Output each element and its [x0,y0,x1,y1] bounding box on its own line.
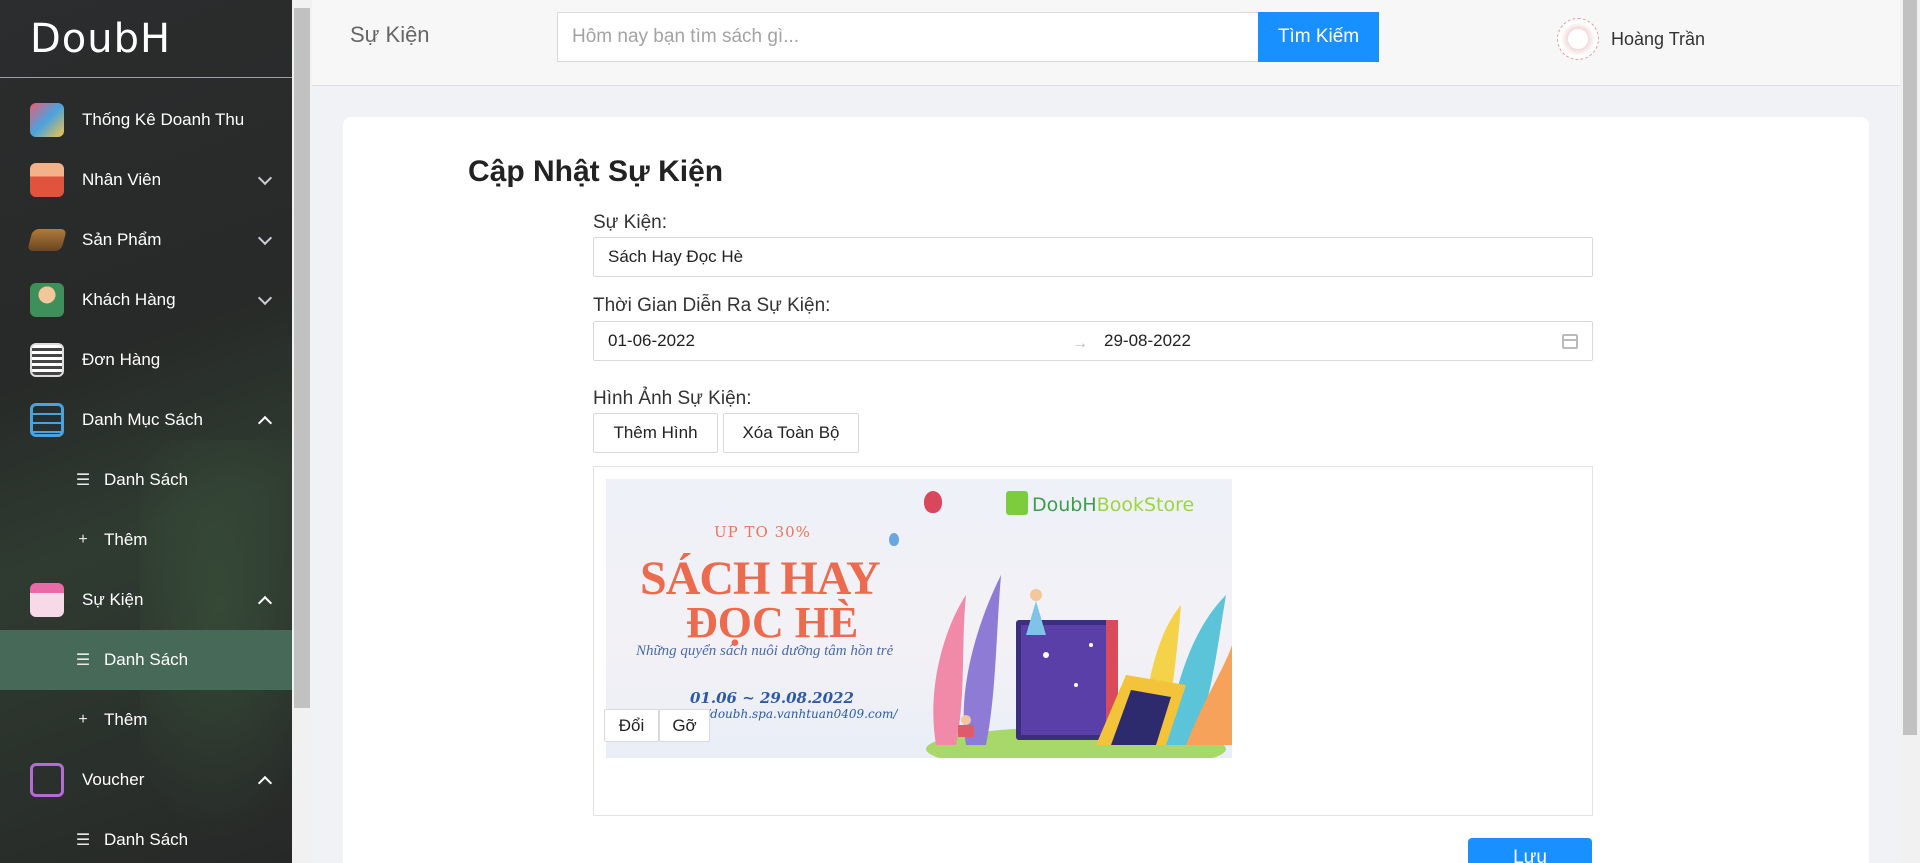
clear-all-button[interactable]: Xóa Toàn Bộ [723,413,859,453]
sidebar: DoubH Thống Kê Doanh Thu Nhân Viên Sản P… [0,0,292,863]
banner-logo-accent: BookStore [1096,494,1195,516]
form-title: Cập Nhật Sự Kiện [468,155,724,188]
banner-logo-main: DoubH [1032,494,1097,516]
banner-subtitle: Những quyển sách nuôi dưỡng tâm hồn trẻ [636,643,894,659]
event-name-input[interactable] [593,237,1593,277]
save-button[interactable]: Lưu [1468,838,1592,863]
arrow-right-icon: → [1072,335,1088,352]
banner-logo-icon [1006,491,1028,515]
sidebar-item-events[interactable]: Sự Kiện [0,570,292,630]
event-time-label: Thời Gian Diễn Ra Sự Kiện: [593,295,831,316]
chevron-down-icon [257,230,273,245]
sidebar-item-revenue[interactable]: Thống Kê Doanh Thu [0,90,292,150]
sidebar-item-label: Sản Phẩm [82,230,162,249]
staff-icon [30,163,64,197]
sidebar-subitem-label: Danh Sách [104,470,189,489]
banner-logo: DoubHBookStore [1006,491,1194,516]
banner-promo: UP TO 30% [714,523,811,541]
order-icon [30,343,64,377]
chevron-up-icon [257,775,273,790]
user-name: Hoàng Trần [1611,28,1706,49]
chevron-up-icon [257,595,273,610]
plus-icon: + [78,711,88,728]
sidebar-subitem-label: Thêm [104,530,148,549]
sidebar-subitem-event-list[interactable]: ☰ Danh Sách [0,630,292,690]
chevron-up-icon [257,415,273,430]
date-range-picker[interactable]: 01-06-2022 → 29-08-2022 [593,321,1593,361]
chevron-down-icon [257,170,273,185]
sidebar-item-customers[interactable]: Khách Hàng [0,270,292,330]
logo-text: DoubH [30,15,172,62]
user-menu[interactable]: Hoàng Trần [1557,18,1705,60]
sidebar-item-label: Voucher [82,770,145,789]
search-button[interactable]: Tìm Kiếm [1258,12,1379,62]
category-icon [30,403,64,437]
scrollbar-thumb[interactable] [1903,0,1917,735]
search-box: Tìm Kiếm [557,12,1379,62]
banner-dates: 01.06 ~ 29.08.2022 [690,689,854,707]
sidebar-menu: Thống Kê Doanh Thu Nhân Viên Sản Phẩm Kh… [0,78,292,863]
sidebar-item-staff[interactable]: Nhân Viên [0,150,292,210]
event-icon [30,583,64,617]
chart-icon [30,103,64,137]
plus-icon: + [78,531,88,548]
sidebar-item-label: Thống Kê Doanh Thu [82,110,245,129]
calendar-icon[interactable] [1562,333,1578,349]
sidebar-scrollbar[interactable] [292,0,312,863]
sidebar-item-label: Nhân Viên [82,170,162,189]
voucher-icon [30,763,64,797]
sidebar-subitem-event-add[interactable]: + Thêm [0,690,292,750]
sidebar-item-categories[interactable]: Danh Mục Sách [0,390,292,450]
sidebar-item-label: Khách Hàng [82,290,176,309]
sidebar-item-orders[interactable]: Đơn Hàng [0,330,292,390]
banner-illustration [926,575,1232,758]
list-icon: ☰ [75,652,91,669]
balloon-icon [924,491,942,513]
list-icon: ☰ [75,472,91,489]
sidebar-item-voucher[interactable]: Voucher [0,750,292,810]
add-image-button[interactable]: Thêm Hình [593,413,718,453]
sidebar-item-label: Sự Kiện [82,590,144,609]
change-image-button[interactable]: Đổi [604,709,659,742]
search-input[interactable] [558,13,1258,61]
avatar [1557,18,1599,60]
page-scrollbar[interactable] [1900,0,1920,863]
book-icon [27,229,67,251]
event-name-label: Sự Kiện: [593,212,667,233]
scrollbar-thumb[interactable] [294,8,310,708]
customer-icon [30,283,64,317]
sidebar-subitem-label: Danh Sách [104,650,189,669]
sidebar-subitem-category-list[interactable]: ☰ Danh Sách [0,450,292,510]
top-header: Sự Kiện Tìm Kiếm Hoàng Trần [312,0,1900,86]
page-title: Sự Kiện [350,22,430,47]
sidebar-subitem-label: Thêm [104,710,148,729]
remove-image-button[interactable]: Gỡ [659,709,710,742]
banner-title-line2: ĐỌC HÈ [686,598,859,647]
edit-event-card: Cập Nhật Sự Kiện Sự Kiện: Thời Gian Diễn… [343,117,1869,863]
balloon-icon [889,533,899,546]
image-preview-box: DoubHBookStore UP TO 30% SÁCH HAY ĐỌC HÈ… [593,466,1593,816]
sidebar-subitem-label: Danh Sách [104,830,189,849]
list-icon: ☰ [75,832,91,849]
sidebar-item-label: Đơn Hàng [82,350,161,369]
sidebar-item-products[interactable]: Sản Phẩm [0,210,292,270]
logo[interactable]: DoubH [0,0,292,78]
end-date[interactable]: 29-08-2022 [1104,331,1562,351]
event-image-label: Hình Ảnh Sự Kiện: [593,388,752,409]
start-date[interactable]: 01-06-2022 [594,331,1072,351]
sidebar-subitem-voucher-list[interactable]: ☰ Danh Sách [0,810,292,863]
sidebar-subitem-category-add[interactable]: + Thêm [0,510,292,570]
chevron-down-icon [257,290,273,305]
sidebar-item-label: Danh Mục Sách [82,410,203,429]
